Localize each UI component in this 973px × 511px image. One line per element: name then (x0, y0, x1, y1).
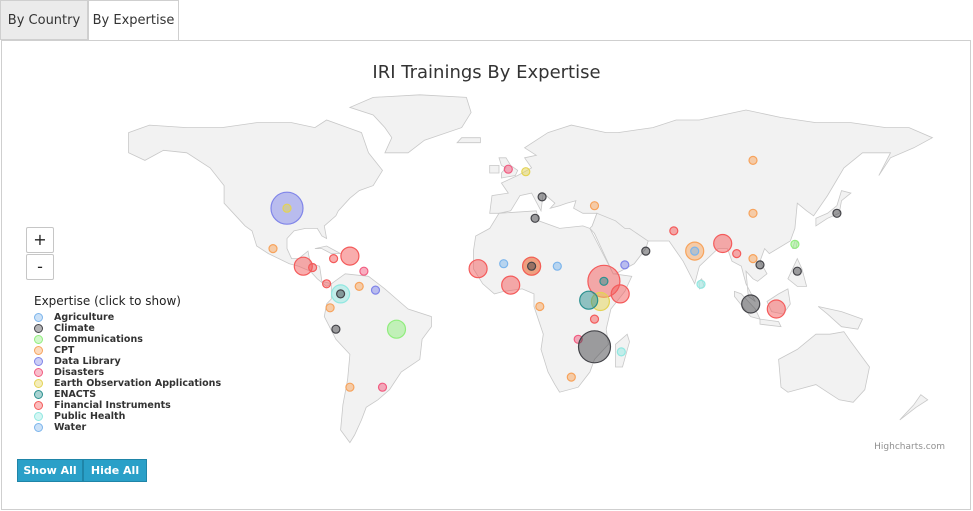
training-bubble-niger[interactable] (526, 261, 537, 271)
legend-label: CPT (54, 345, 75, 356)
training-bubble-south-africa[interactable] (566, 372, 576, 382)
legend-item-earth-observation-applications[interactable]: Earth Observation Applications (34, 378, 221, 389)
legend-marker (34, 313, 43, 322)
legend-label: Communications (54, 334, 143, 345)
show-all-button[interactable]: Show All (17, 459, 83, 482)
legend-item-data-library[interactable]: Data Library (34, 356, 221, 367)
training-bubble-mongolia[interactable] (748, 155, 758, 165)
landmass-cuba (314, 245, 341, 255)
training-bubble-yemen[interactable] (620, 260, 630, 270)
legend: Expertise (click to show) Agriculture Cli… (34, 294, 221, 433)
training-bubble-pakistan[interactable] (669, 226, 679, 236)
legend-item-cpt[interactable]: CPT (34, 345, 221, 356)
training-bubble-oman[interactable] (641, 246, 651, 256)
legend-label: ENACTS (54, 389, 97, 400)
training-bubble-somalia[interactable] (610, 284, 630, 304)
training-bubble-tunisia[interactable] (530, 213, 540, 223)
training-bubble-bangladesh[interactable] (713, 233, 733, 254)
training-bubble-turkey[interactable] (589, 201, 600, 211)
legend-items: Agriculture Climate Communications CPT Data … (34, 312, 221, 433)
training-bubble-ethiopia[interactable] (599, 276, 609, 286)
training-bubble-gabon[interactable] (535, 301, 545, 312)
zoom-in-button[interactable]: + (26, 227, 54, 253)
landmass-indonesia-java (759, 318, 782, 328)
legend-label: Financial Instruments (54, 400, 171, 411)
training-bubble-italy[interactable] (537, 192, 547, 202)
legend-marker (34, 346, 43, 355)
training-bubble-chad[interactable] (552, 261, 562, 271)
landmass-new-zealand (899, 394, 929, 421)
training-bubble-venezuela[interactable] (354, 281, 364, 291)
legend-title: Expertise (click to show) (34, 294, 181, 308)
training-bubble-taiwan[interactable] (790, 239, 800, 249)
training-bubble-india[interactable] (690, 246, 700, 256)
training-bubble-uganda[interactable] (579, 290, 599, 310)
legend-item-enacts[interactable]: ENACTS (34, 389, 221, 400)
map-title: IRI Trainings By Expertise (372, 62, 601, 83)
legend-marker (34, 379, 43, 388)
training-bubble-philippines[interactable] (792, 266, 802, 276)
legend-marker (34, 324, 43, 333)
legend-item-financial-instruments[interactable]: Financial Instruments (34, 400, 221, 411)
training-bubble-mozambique[interactable] (577, 330, 612, 364)
training-bubble-japan[interactable] (832, 208, 842, 218)
training-bubble-dominican-republic[interactable] (340, 246, 360, 266)
training-bubble-honduras[interactable] (308, 262, 318, 273)
training-bubble-vietnam[interactable] (755, 260, 765, 270)
legend-label: Water (54, 422, 87, 433)
training-bubble-caribbean[interactable] (359, 266, 369, 276)
landmass-ireland (489, 164, 500, 174)
legend-label: Earth Observation Applications (54, 378, 222, 389)
training-bubble-mexico[interactable] (268, 244, 278, 254)
legend-label: Disasters (54, 367, 105, 378)
legend-item-disasters[interactable]: Disasters (34, 367, 221, 378)
training-bubble-jamaica[interactable] (329, 254, 339, 264)
training-bubble-ghana[interactable] (501, 275, 521, 295)
landmass-australia (778, 331, 870, 403)
hide-all-button[interactable]: Hide All (83, 459, 147, 482)
training-bubble-myanmar[interactable] (732, 249, 742, 259)
training-bubble-indonesia[interactable] (766, 299, 786, 319)
legend-marker (34, 401, 43, 410)
legend-item-public-health[interactable]: Public Health (34, 411, 221, 422)
training-bubble-indonesia[interactable] (741, 294, 761, 314)
legend-marker (34, 368, 43, 377)
training-bubble-china[interactable] (748, 208, 758, 218)
landmass-greenland (348, 94, 472, 154)
training-bubble-colombia[interactable] (336, 289, 346, 299)
training-bubble-uruguay[interactable] (377, 382, 388, 392)
training-bubble-senegal[interactable] (468, 259, 488, 279)
legend-label: Public Health (54, 411, 126, 422)
legend-marker (34, 412, 43, 421)
training-bubble-peru[interactable] (331, 324, 341, 334)
landmass-iceland (456, 137, 481, 144)
legend-marker (34, 357, 43, 366)
legend-label: Agriculture (54, 312, 115, 323)
legend-item-communications[interactable]: Communications (34, 334, 221, 345)
legend-label: Data Library (54, 356, 121, 367)
legend-label: Climate (54, 323, 95, 334)
training-bubble-tanzania[interactable] (589, 314, 600, 324)
highcharts-credits[interactable]: Highcharts.com (874, 442, 945, 452)
training-bubble-united-kingdom[interactable] (503, 164, 513, 174)
zoom-out-button[interactable]: - (26, 254, 54, 280)
training-bubble-brazil[interactable] (386, 319, 407, 339)
training-bubble-panama[interactable] (322, 279, 332, 289)
training-bubble-united-states[interactable] (282, 203, 292, 213)
legend-marker (34, 390, 43, 399)
legend-item-climate[interactable]: Climate (34, 323, 221, 334)
training-bubble-laos[interactable] (748, 254, 758, 264)
training-bubble-netherlands[interactable] (521, 167, 531, 177)
training-bubble-guyana[interactable] (370, 285, 381, 295)
training-bubble-chile[interactable] (345, 382, 355, 392)
landmass-new-guinea (817, 306, 864, 330)
legend-item-agriculture[interactable]: Agriculture (34, 312, 221, 323)
training-bubble-mali[interactable] (499, 259, 509, 269)
training-bubble-madagascar[interactable] (616, 347, 626, 357)
legend-marker (34, 335, 43, 344)
training-bubble-ecuador[interactable] (325, 303, 335, 313)
legend-item-water[interactable]: Water (34, 422, 221, 433)
training-bubble-sri-lanka[interactable] (696, 279, 706, 289)
legend-marker (34, 423, 43, 432)
